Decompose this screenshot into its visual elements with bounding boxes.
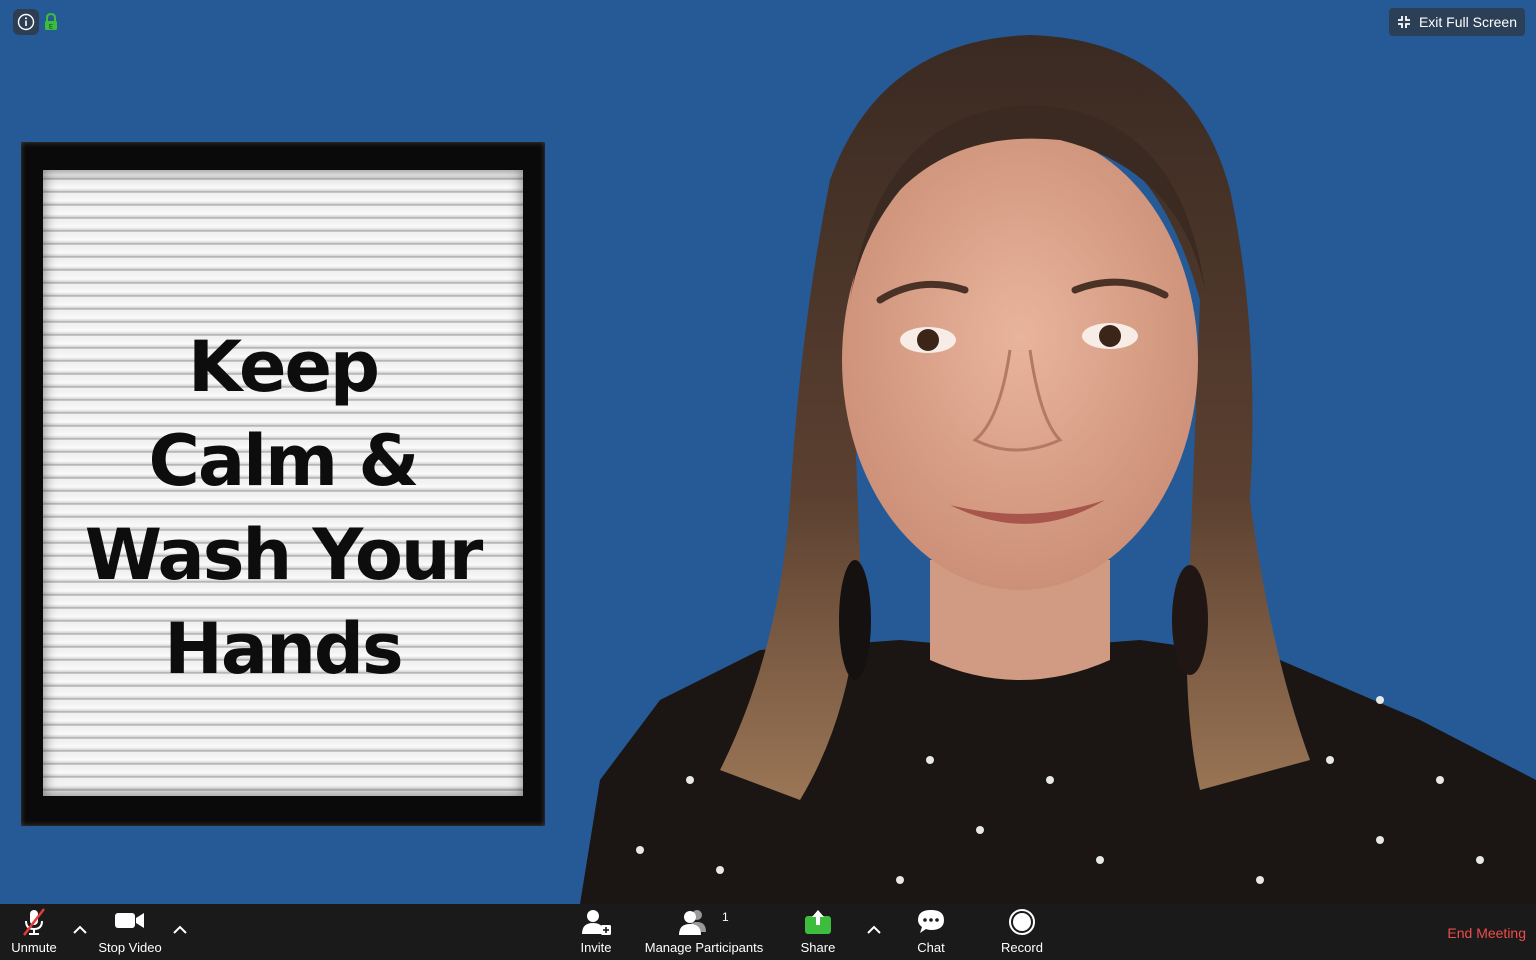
share-screen-icon [805,910,831,934]
end-meeting-button[interactable]: End Meeting [1447,925,1526,941]
invite-label: Invite [580,940,612,955]
invite-button[interactable]: Invite [572,904,620,960]
stop-video-button[interactable]: Stop Video [95,904,165,960]
stop-video-label: Stop Video [98,940,162,955]
board-line: Hands [164,608,403,690]
board-line: Wash Your [84,514,484,596]
share-screen-button[interactable]: Share [794,904,842,960]
chat-button[interactable]: Chat [906,904,956,960]
lock-icon: E [45,13,57,31]
video-options-caret-icon[interactable] [170,920,190,940]
unmute-label: Unmute [11,940,57,955]
svg-text:E: E [49,25,53,31]
participants-icon [678,910,706,935]
record-button[interactable]: Record [994,904,1050,960]
record-label: Record [1001,940,1043,955]
chat-label: Chat [917,940,945,955]
video-camera-icon [115,913,144,928]
unmute-button[interactable]: Unmute [4,904,64,960]
manage-participants-button[interactable]: 1 Manage Participants [640,904,768,960]
meeting-status-icons: E [13,9,59,35]
letter-board-surface: Keep Calm & Wash Your Hands [43,170,523,796]
share-options-caret-icon[interactable] [864,920,884,940]
encryption-lock-icon[interactable]: E [43,12,59,32]
audio-options-caret-icon[interactable] [70,920,90,940]
record-icon [1009,909,1035,935]
add-person-icon [582,910,611,935]
meeting-info-button[interactable] [13,9,39,35]
exit-fullscreen-icon [1397,16,1410,28]
letter-board-message: Keep Calm & Wash Your Hands [43,320,523,696]
info-icon [17,13,35,31]
letter-board: Keep Calm & Wash Your Hands [21,142,545,826]
video-area: Keep Calm & Wash Your Hands E Exit Full … [0,0,1536,904]
board-line: Calm & [148,420,420,502]
participant-count: 1 [722,910,729,924]
manage-participants-label: Manage Participants [644,940,764,955]
chat-bubble-icon [918,910,944,933]
share-label: Share [800,940,836,955]
meeting-toolbar: Unmute Stop Video Invite 1 Manage Partic… [0,904,1536,960]
microphone-muted-icon [23,908,45,936]
exit-full-screen-button[interactable]: Exit Full Screen [1388,8,1525,36]
board-line: Keep [187,326,380,408]
exit-full-screen-label: Exit Full Screen [1418,14,1517,30]
